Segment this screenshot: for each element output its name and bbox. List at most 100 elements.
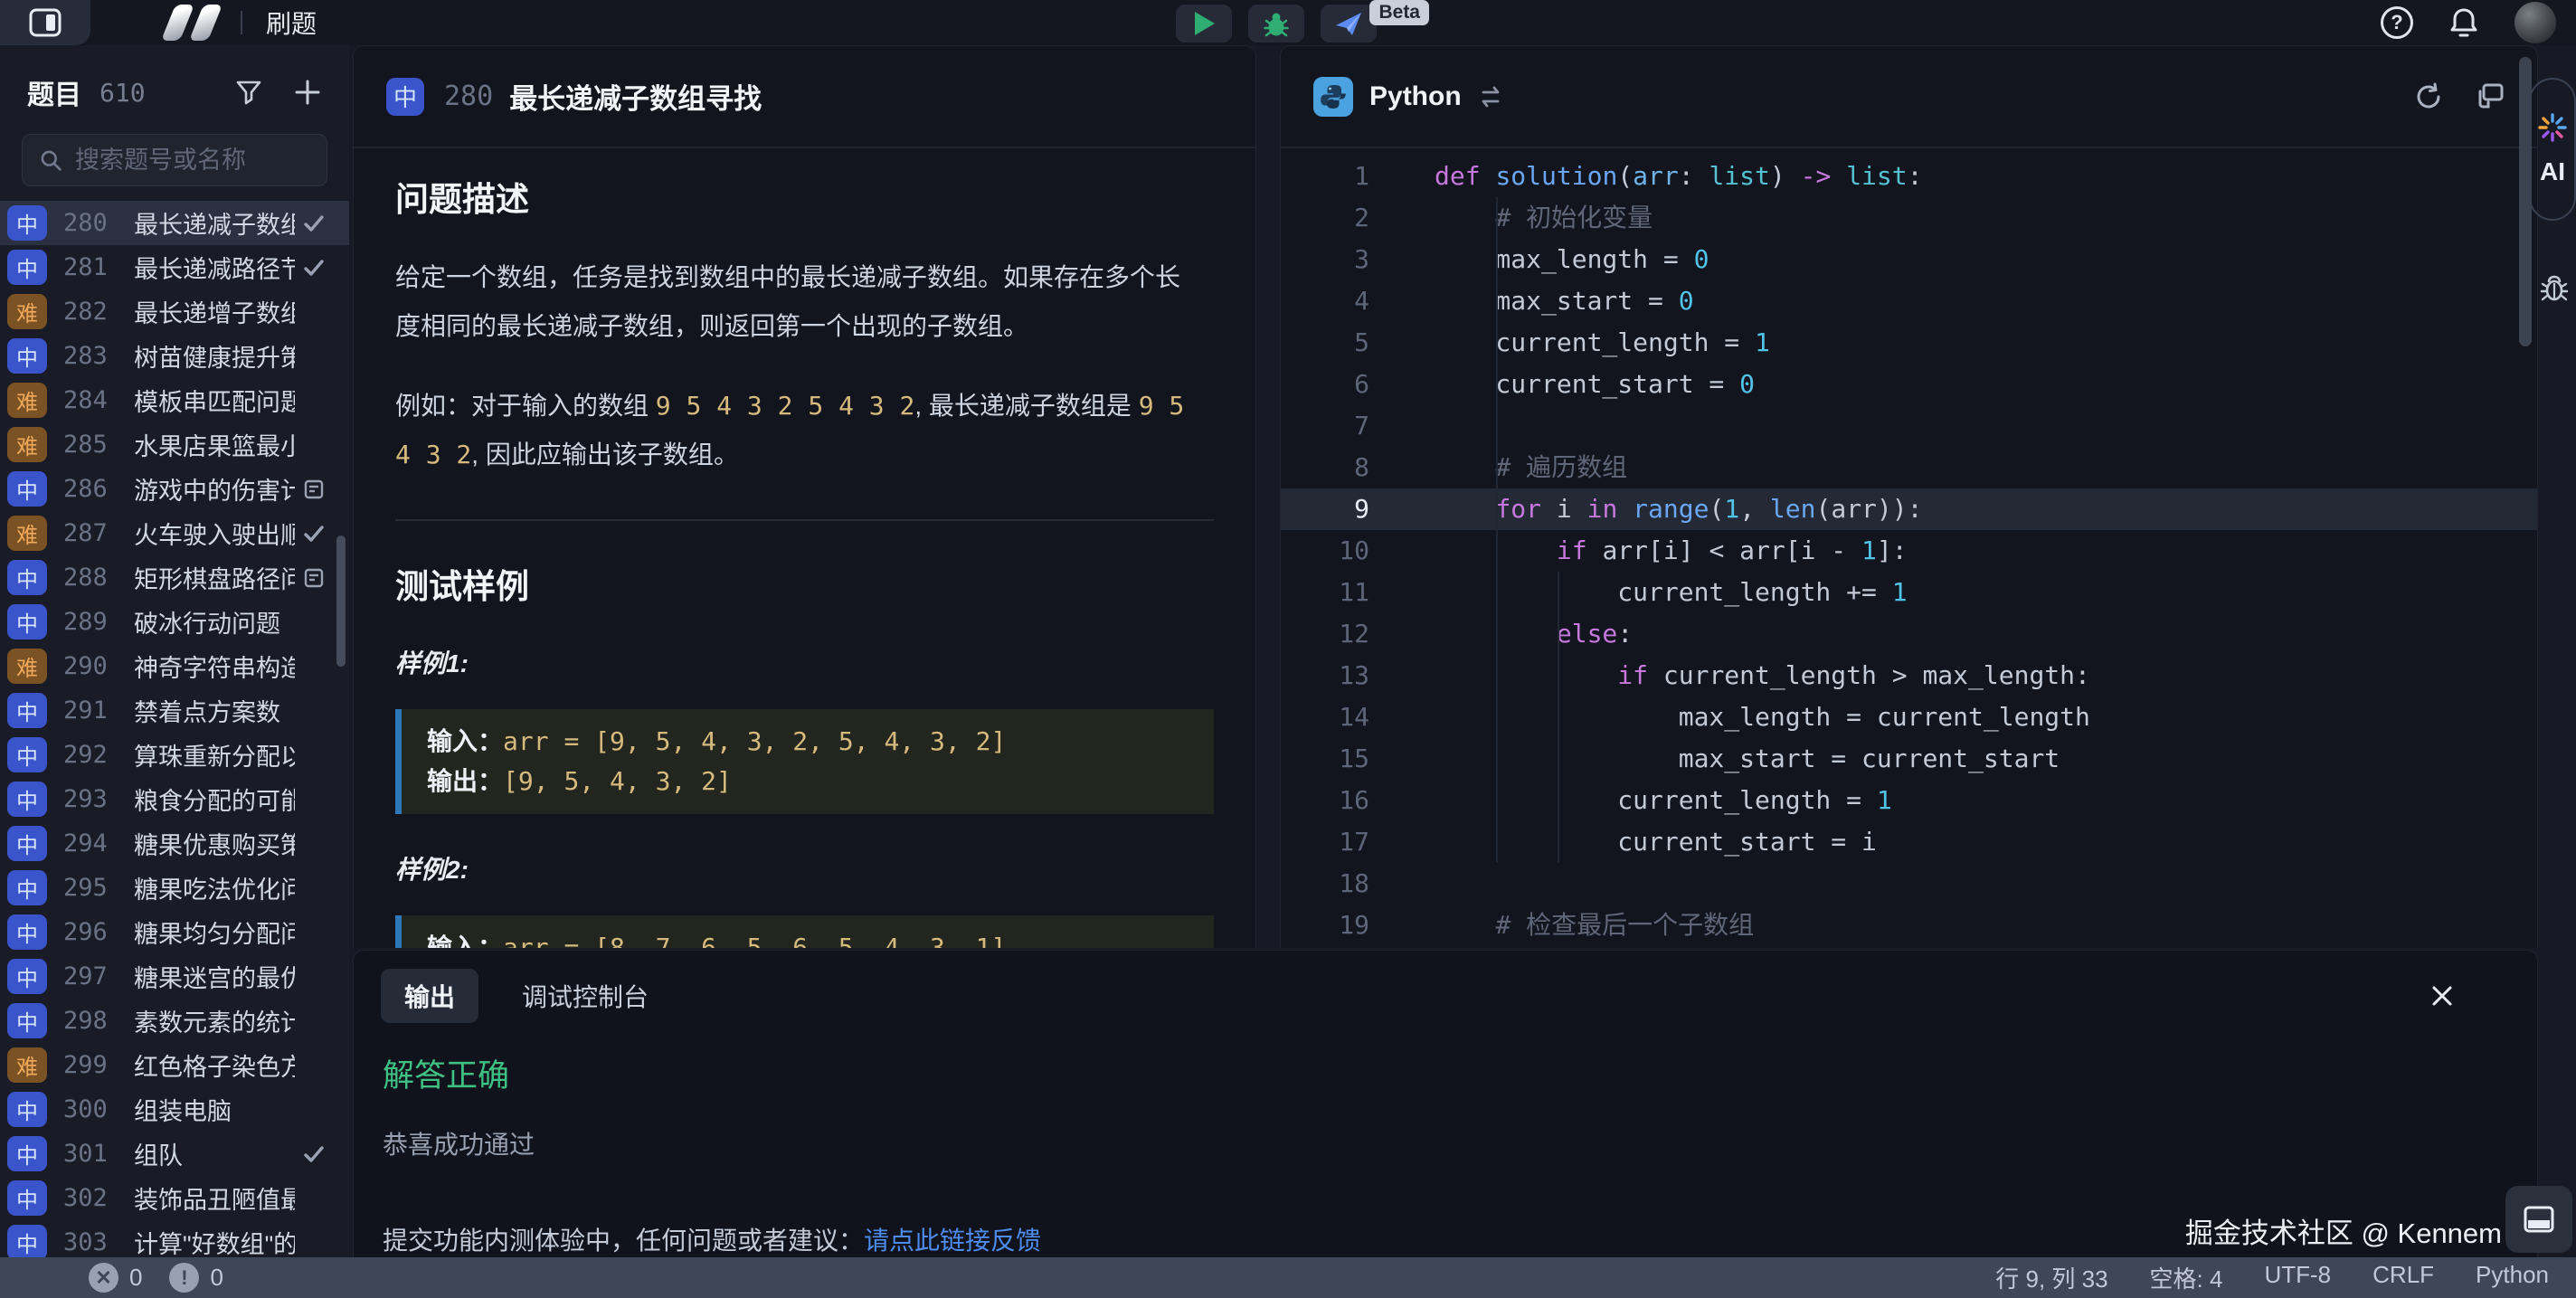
problem-id: 298 — [63, 1007, 119, 1035]
example-text: , 因此应输出该子数组。 — [471, 441, 739, 469]
sidebar-title: 题目 — [27, 72, 81, 112]
difficulty-badge: 中 — [7, 737, 47, 772]
difficulty-badge: 中 — [7, 1225, 47, 1257]
search-icon — [39, 147, 62, 174]
feedback-link[interactable]: 请点此链接反馈 — [864, 1227, 1041, 1255]
status-bar: ✕ 0 ! 0 行 9, 列 33 空格: 4 UTF-8 CRLF Pytho… — [0, 1257, 2576, 1298]
problem-list-item[interactable]: 中289破冰行动问题 — [0, 600, 349, 644]
ai-sparkle-icon — [2537, 112, 2568, 143]
close-panel-button[interactable] — [2430, 984, 2454, 1008]
problem-list-item[interactable]: 中292算珠重新分配以获... — [0, 733, 349, 777]
logo-bar — [161, 5, 194, 41]
ai-assistant-button[interactable]: AI — [2529, 78, 2576, 221]
problem-list-item[interactable]: 中295糖果吃法优化问题 — [0, 866, 349, 910]
difficulty-badge: 中 — [7, 471, 47, 507]
toggle-bottom-panel-button[interactable] — [2505, 1186, 2572, 1253]
problem-list-item[interactable]: 中302装饰品丑陋值最小... — [0, 1176, 349, 1220]
sample1-input-code: arr = [9, 5, 4, 3, 2, 5, 4, 3, 2] — [503, 726, 1006, 756]
difficulty-badge: 中 — [7, 560, 47, 595]
problem-title: 火车驶入驶出顺... — [134, 516, 295, 551]
difficulty-badge: 难 — [7, 1047, 47, 1083]
problem-list-item[interactable]: 中303计算"好数组"的数量 — [0, 1220, 349, 1257]
problem-list-item[interactable]: 中294糖果优惠购买策略 — [0, 821, 349, 866]
difficulty-badge: 难 — [7, 649, 47, 684]
problem-id: 289 — [63, 608, 119, 636]
problem-id: 288 — [63, 564, 119, 592]
help-button[interactable]: ? — [2381, 6, 2413, 39]
problem-id: 291 — [63, 696, 119, 725]
problems-indicator[interactable]: ✕ 0 ! 0 — [89, 1263, 240, 1293]
problem-list-item[interactable]: 中297糖果迷宫的最优分配 — [0, 954, 349, 999]
sidebar-scrollbar[interactable] — [336, 535, 346, 667]
problem-description: 问题描述 给定一个数组，任务是找到数组中的最长递减子数组。如果存在多个长度相同的… — [354, 148, 1255, 948]
add-problem-icon[interactable] — [293, 78, 322, 107]
problem-marker — [295, 522, 326, 545]
code-text: current_length = 1 — [1435, 322, 1770, 364]
top-bar: 刷题 — [0, 0, 2576, 45]
panels-row: 中 280 最长递减子数组寻找 问题描述 给定一个数组，任务是找到数组中的最长递… — [353, 45, 2538, 948]
problem-list-item[interactable]: 中291禁着点方案数 — [0, 688, 349, 733]
user-avatar[interactable] — [2514, 2, 2556, 43]
problem-title: 计算"好数组"的数量 — [134, 1225, 295, 1257]
difficulty-badge: 中 — [7, 1180, 47, 1216]
problem-list-item[interactable]: 中286游戏中的伤害计... — [0, 467, 349, 511]
reset-code-icon[interactable] — [2414, 82, 2443, 111]
problem-id: 285 — [63, 431, 119, 459]
code-line: 3 max_length = 0 — [1281, 239, 2537, 280]
search-input[interactable] — [75, 147, 310, 175]
problem-list-item[interactable]: 难282最长递增子数组问题 — [0, 289, 349, 334]
problem-list-item[interactable]: 中301组队 — [0, 1132, 349, 1176]
divider — [241, 11, 242, 34]
code-editor[interactable]: 1def solution(arr: list) -> list:2 # 初始化… — [1281, 148, 2537, 948]
problem-list-item[interactable]: 中281最长递减路径节... — [0, 245, 349, 289]
indent-setting[interactable]: 空格: 4 — [2150, 1261, 2223, 1294]
code-line: 1def solution(arr: list) -> list: — [1281, 156, 2537, 197]
problem-list-item[interactable]: 中283树苗健康提升策略 — [0, 334, 349, 378]
app-logo[interactable] — [168, 5, 224, 41]
problem-list-item[interactable]: 中280最长递减子数组... — [0, 201, 349, 245]
problem-list-item[interactable]: 难285水果店果篮最小成... — [0, 422, 349, 467]
toggle-sidebar-button[interactable] — [0, 0, 90, 45]
samples-heading: 测试样例 — [395, 559, 1214, 608]
example-paragraph: 例如：对于输入的数组 9 5 4 3 2 5 4 3 2, 最长递减子数组是 9… — [395, 382, 1191, 479]
notifications-bell-icon[interactable] — [2449, 7, 2478, 38]
problem-list-item[interactable]: 中288矩形棋盘路径问... — [0, 555, 349, 600]
cursor-position[interactable]: 行 9, 列 33 — [1995, 1261, 2107, 1294]
eol-setting[interactable]: CRLF — [2372, 1261, 2434, 1294]
problem-title: 最长递减子数组... — [134, 205, 295, 241]
tab-debug-console[interactable]: 调试控制台 — [522, 978, 649, 1014]
problem-list-item[interactable]: 难287火车驶入驶出顺... — [0, 511, 349, 555]
problem-list-item[interactable]: 难284模板串匹配问题 — [0, 378, 349, 422]
debug-button[interactable] — [1248, 5, 1304, 43]
problem-list-item[interactable]: 难299红色格子染色方案... — [0, 1043, 349, 1087]
problem-list-item[interactable]: 中293粮食分配的可能性... — [0, 777, 349, 821]
report-bug-button[interactable] — [2538, 271, 2571, 304]
warnings-icon: ! — [169, 1263, 199, 1293]
filter-funnel-icon[interactable] — [235, 79, 262, 106]
format-code-icon[interactable] — [2476, 82, 2505, 111]
problem-list-item[interactable]: 难290神奇字符串构造问题 — [0, 644, 349, 688]
problem-id: 280 — [444, 81, 493, 112]
check-icon — [302, 522, 326, 545]
encoding[interactable]: UTF-8 — [2264, 1261, 2331, 1294]
language-mode[interactable]: Python — [2476, 1261, 2549, 1294]
language-switch-icon[interactable] — [1478, 85, 1503, 109]
right-toolbar: AI — [2538, 45, 2576, 1257]
beta-badge: Beta — [1369, 0, 1429, 25]
tab-output[interactable]: 输出 — [381, 969, 478, 1023]
problem-id: 287 — [63, 519, 119, 547]
problem-title: 最长递增子数组问题 — [134, 294, 295, 329]
run-button[interactable] — [1176, 5, 1232, 43]
problem-list-item[interactable]: 中296糖果均匀分配问题 — [0, 910, 349, 954]
code-line: 17 current_start = i — [1281, 821, 2537, 863]
line-number: 11 — [1281, 572, 1435, 613]
problem-list-item[interactable]: 中298素数元素的统计 — [0, 999, 349, 1043]
submit-button[interactable]: Beta — [1321, 5, 1377, 43]
difficulty-badge: 中 — [7, 1136, 47, 1171]
problem-title: 算珠重新分配以获... — [134, 737, 295, 772]
problem-id: 299 — [63, 1051, 119, 1079]
difficulty-badge: 中 — [7, 205, 47, 241]
problem-list-item[interactable]: 中300组装电脑 — [0, 1087, 349, 1132]
difficulty-badge: 难 — [7, 294, 47, 329]
search-box[interactable] — [22, 134, 327, 186]
